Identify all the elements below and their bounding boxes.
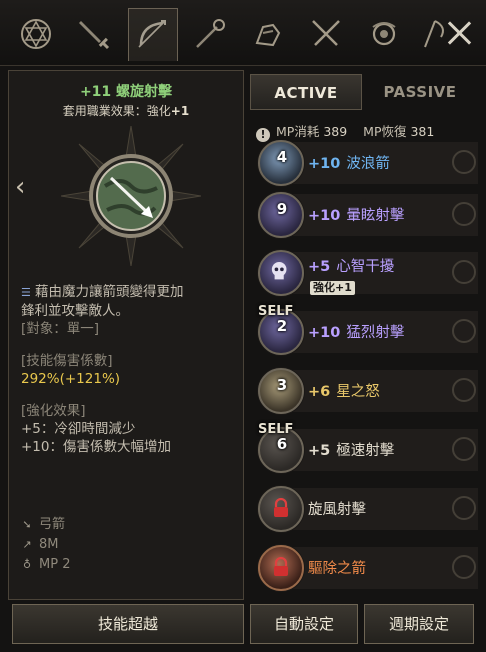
bow-icon[interactable] bbox=[128, 8, 178, 61]
orb-icon[interactable] bbox=[366, 16, 402, 52]
lock-icon bbox=[274, 498, 288, 517]
gauntlet-icon[interactable] bbox=[250, 16, 286, 52]
skill-name: +10 波浪箭 bbox=[308, 152, 390, 173]
auto-setting-button[interactable]: 自動設定 bbox=[250, 604, 358, 644]
skill-transcend-button[interactable]: 技能超越 bbox=[12, 604, 244, 644]
range-icon: ↗ bbox=[22, 538, 32, 551]
staff-icon[interactable] bbox=[192, 16, 228, 52]
skill-enhance: +6 bbox=[308, 384, 331, 400]
skill-level: 3 bbox=[276, 376, 288, 394]
skill-row[interactable]: 4 +10 波浪箭 bbox=[252, 140, 482, 188]
skill-emblem bbox=[60, 125, 202, 267]
cycle-setting-button[interactable]: 週期設定 bbox=[364, 604, 474, 644]
crossed-swords-icon[interactable] bbox=[308, 16, 344, 52]
close-icon[interactable] bbox=[446, 20, 472, 46]
slot-ring-icon bbox=[452, 437, 476, 461]
skill-enhance: +5 bbox=[308, 259, 331, 275]
skill-label: 極速射擊 bbox=[336, 443, 395, 459]
slot-ring-icon bbox=[452, 555, 476, 579]
skill-enhance: +5 bbox=[308, 443, 331, 459]
skill-name: +5 心智干擾 bbox=[308, 255, 394, 276]
damage-coef-value: 292%(+121%) bbox=[21, 371, 121, 387]
mp-cost-label: MP消耗 bbox=[276, 124, 320, 139]
skill-label: 暈眩射擊 bbox=[346, 208, 405, 224]
skill-row[interactable]: 驅除之箭 bbox=[252, 543, 482, 593]
mp-summary: ! MP消耗 389 MP恢復 381 bbox=[256, 121, 450, 142]
skill-enhance: +10 bbox=[308, 208, 341, 224]
tab-active[interactable]: ACTIVE bbox=[250, 74, 362, 110]
list-icon: ☰ bbox=[21, 286, 31, 299]
skill-row[interactable]: SELF 6 +5 極速射擊 bbox=[252, 422, 482, 475]
skill-name: +6 星之怒 bbox=[308, 380, 380, 401]
enhance-effect-line: +5：冷卻時間減少 bbox=[21, 421, 136, 437]
damage-coef-label: [技能傷害係數] bbox=[21, 353, 113, 369]
skill-meta: ➘ 弓箭 ↗ 8M ♁ MP 2 bbox=[21, 515, 70, 575]
skill-name: 旋風射擊 bbox=[308, 498, 366, 519]
slot-ring-icon bbox=[452, 150, 476, 174]
skill-name: +10 猛烈射擊 bbox=[308, 321, 404, 342]
slot-ring-icon bbox=[452, 319, 476, 343]
class-effect-value: +1 bbox=[170, 104, 190, 118]
slot-ring-icon bbox=[452, 496, 476, 520]
skill-title: +11 螺旋射擊 bbox=[79, 84, 173, 100]
skill-name: +5 極速射擊 bbox=[308, 439, 394, 460]
class-effect-label: 套用職業效果：強化 bbox=[62, 104, 171, 118]
hexagram-icon[interactable] bbox=[18, 16, 54, 52]
scythe-icon[interactable] bbox=[414, 16, 450, 52]
skill-label: 驅除之箭 bbox=[308, 561, 366, 577]
enhance-effect-line: +10：傷害係數大幅增加 bbox=[21, 439, 171, 455]
skill-detail-panel: +11 螺旋射擊 套用職業效果：強化+1 ‹ ☰ 藉由魔力讓箭頭變得更加 鋒利並… bbox=[8, 70, 244, 600]
skill-level: 9 bbox=[276, 200, 288, 218]
skill-level: 6 bbox=[276, 435, 288, 453]
skill-level: 2 bbox=[276, 317, 288, 335]
skill-label: 波浪箭 bbox=[346, 156, 390, 172]
skill-label: 星之怒 bbox=[336, 384, 380, 400]
class-effect: 套用職業效果：強化+1 bbox=[9, 102, 243, 119]
slot-ring-icon bbox=[452, 202, 476, 226]
skill-target: [對象：單一] bbox=[21, 321, 100, 337]
skill-label: 心智干擾 bbox=[336, 259, 395, 275]
skill-name: 驅除之箭 bbox=[308, 557, 366, 578]
skill-label: 旋風射擊 bbox=[308, 502, 366, 518]
mp-regen-label: MP恢復 bbox=[363, 124, 407, 139]
skill-row[interactable]: SELF 2 +10 猛烈射擊 bbox=[252, 304, 482, 357]
skill-label: 猛烈射擊 bbox=[346, 325, 405, 341]
enhance-effect-label: [強化效果] bbox=[21, 403, 86, 419]
mp-potion-icon: ♁ bbox=[22, 558, 32, 571]
description-line-2: 鋒利並攻擊敵人。 bbox=[21, 303, 129, 319]
weapon-type: 弓箭 bbox=[39, 517, 66, 532]
skill-row[interactable]: 9 +10 暈眩射擊 bbox=[252, 190, 482, 240]
skill-description: ☰ 藉由魔力讓箭頭變得更加 鋒利並攻擊敵人。 [對象：單一] [技能傷害係數] 2… bbox=[21, 283, 239, 456]
previous-skill-arrow[interactable]: ‹ bbox=[15, 174, 25, 200]
weapon-icon: ➘ bbox=[22, 518, 32, 531]
skill-enhance: +10 bbox=[308, 325, 341, 341]
description-line-1: 藉由魔力讓箭頭變得更加 bbox=[35, 284, 184, 300]
mp-regen-value: 381 bbox=[410, 124, 435, 139]
slot-ring-icon bbox=[452, 260, 476, 284]
skill-name: +10 暈眩射擊 bbox=[308, 204, 404, 225]
skill-row[interactable]: +5 心智干擾 強化+1 bbox=[252, 248, 482, 298]
class-tab-bar bbox=[0, 0, 486, 66]
skull-skill-icon bbox=[258, 250, 304, 296]
skill-enhance: +10 bbox=[308, 156, 341, 172]
mp-cost-value: 389 bbox=[323, 124, 348, 139]
skill-row[interactable]: 旋風射擊 bbox=[252, 484, 482, 534]
skill-range: 8M bbox=[39, 537, 59, 552]
skill-list: 4 +10 波浪箭 9 +10 暈眩射擊 +5 心智干擾 強化+1 SELF 2 +1… bbox=[252, 140, 482, 595]
slot-ring-icon bbox=[452, 378, 476, 402]
greatsword-icon[interactable] bbox=[76, 16, 112, 52]
skill-mp-cost: MP 2 bbox=[39, 557, 71, 572]
lock-icon bbox=[274, 557, 288, 576]
skill-level: 4 bbox=[276, 148, 288, 166]
enhance-badge: 強化+1 bbox=[310, 281, 355, 295]
skill-row[interactable]: 3 +6 星之怒 bbox=[252, 366, 482, 416]
tab-passive[interactable]: PASSIVE bbox=[364, 74, 476, 110]
description-line: ☰ 藉由魔力讓箭頭變得更加 bbox=[21, 283, 239, 302]
